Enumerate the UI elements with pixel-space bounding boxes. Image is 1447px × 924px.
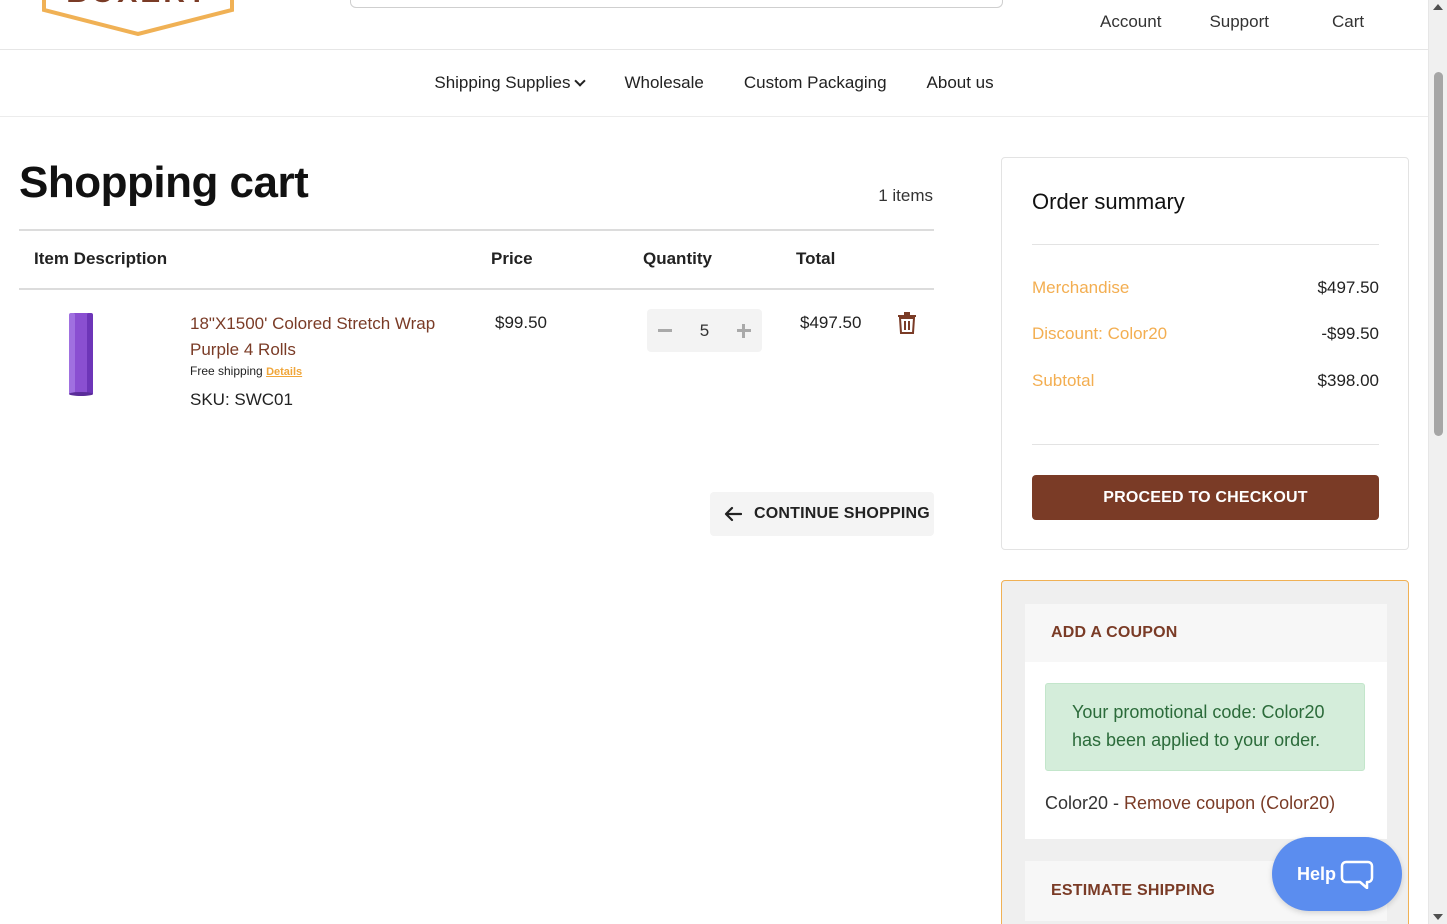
search-input[interactable] bbox=[350, 0, 1003, 8]
nav-item-label: Custom Packaging bbox=[743, 73, 887, 92]
increment-button[interactable] bbox=[736, 323, 752, 339]
summary-label: Subtotal bbox=[1032, 371, 1095, 390]
promo-success-message: Your promotional code: Color20 has been … bbox=[1045, 683, 1365, 771]
unit-price: $99.50 bbox=[495, 313, 547, 332]
product-sku: SKU: SWC01 bbox=[190, 390, 293, 409]
coupon-card: ADD A COUPON Your promotional code: Colo… bbox=[1025, 604, 1387, 839]
nav-item-about-us[interactable]: About us bbox=[927, 73, 994, 93]
page-title: Shopping cart bbox=[19, 158, 309, 207]
add-coupon-header[interactable]: ADD A COUPON bbox=[1025, 604, 1387, 662]
account-link[interactable]: Account bbox=[1100, 12, 1161, 32]
summary-label: Merchandise bbox=[1032, 278, 1130, 297]
items-count: 1 items bbox=[878, 186, 933, 205]
column-header-price: Price bbox=[491, 249, 533, 268]
nav-item-label: Shipping Supplies bbox=[434, 73, 571, 92]
product-name-link[interactable]: 18"X1500' Colored Stretch Wrap Purple 4 … bbox=[190, 311, 460, 363]
summary-value: -$99.50 bbox=[1321, 324, 1379, 343]
divider bbox=[1032, 244, 1379, 245]
summary-row-merchandise: Merchandise $497.50 bbox=[1032, 278, 1379, 298]
column-header-total: Total bbox=[796, 249, 836, 268]
nav-item-label: About us bbox=[926, 73, 994, 92]
summary-value: $497.50 bbox=[1317, 278, 1379, 297]
scroll-down-icon[interactable] bbox=[1433, 914, 1443, 920]
boxery-logo[interactable]: BOXERY bbox=[42, 0, 234, 36]
nav-item-shipping-supplies[interactable]: Shipping Supplies bbox=[434, 73, 587, 93]
remove-coupon-link[interactable]: Remove coupon (Color20) bbox=[1124, 793, 1335, 813]
arrow-left-icon bbox=[724, 506, 742, 522]
continue-shopping-button[interactable]: CONTINUE SHOPPING bbox=[710, 492, 934, 536]
nav-item-wholesale[interactable]: Wholesale bbox=[624, 73, 703, 93]
order-summary: Order summary Merchandise $497.50 Discou… bbox=[1001, 157, 1409, 550]
scroll-up-icon[interactable] bbox=[1433, 4, 1443, 10]
decrement-button[interactable] bbox=[657, 323, 673, 339]
shipping-details-link[interactable]: Details bbox=[266, 366, 302, 378]
trash-icon[interactable] bbox=[897, 312, 917, 334]
coupon-code: Color20 bbox=[1045, 793, 1109, 813]
divider bbox=[19, 229, 934, 231]
free-shipping-label: Free shipping bbox=[190, 364, 263, 378]
summary-label: Discount: Color20 bbox=[1032, 324, 1168, 343]
free-shipping-note: Free shipping Details bbox=[190, 364, 302, 378]
summary-row-discount: Discount: Color20 -$99.50 bbox=[1032, 324, 1379, 344]
help-label: Help bbox=[1297, 863, 1337, 884]
summary-value: $398.00 bbox=[1317, 371, 1379, 390]
logo-wordmark: BOXERY bbox=[66, 0, 210, 9]
support-link[interactable]: Support bbox=[1209, 12, 1269, 32]
help-button[interactable]: Help bbox=[1272, 837, 1402, 911]
nav-item-custom-packaging[interactable]: Custom Packaging bbox=[744, 73, 887, 93]
top-links: Account Support Cart bbox=[1100, 12, 1364, 32]
summary-row-subtotal: Subtotal $398.00 bbox=[1032, 371, 1379, 391]
cart-link[interactable]: Cart bbox=[1332, 12, 1364, 32]
product-image[interactable] bbox=[66, 311, 96, 397]
summary-title: Order summary bbox=[1032, 189, 1185, 214]
nav-item-label: Wholesale bbox=[624, 73, 704, 92]
line-total: $497.50 bbox=[800, 313, 862, 332]
applied-coupon: Color20 - Remove coupon (Color20) bbox=[1045, 793, 1335, 814]
chat-bubble-icon bbox=[1340, 860, 1374, 889]
coupon-separator: - bbox=[1108, 793, 1125, 813]
main-nav: Shipping Supplies Wholesale Custom Packa… bbox=[0, 50, 1428, 117]
proceed-to-checkout-button[interactable]: PROCEED TO CHECKOUT bbox=[1032, 475, 1379, 520]
top-header: BOXERY Account Support Cart bbox=[0, 0, 1428, 50]
scroll-thumb[interactable] bbox=[1434, 72, 1443, 436]
divider bbox=[1032, 444, 1379, 445]
continue-shopping-label: CONTINUE SHOPPING bbox=[754, 505, 930, 522]
divider bbox=[19, 288, 934, 290]
page-scrollbar[interactable] bbox=[1428, 0, 1447, 924]
column-header-description: Item Description bbox=[34, 249, 168, 268]
quantity-value[interactable]: 5 bbox=[700, 321, 709, 341]
column-header-quantity: Quantity bbox=[643, 249, 712, 268]
chevron-down-icon bbox=[574, 75, 587, 87]
quantity-stepper: 5 bbox=[647, 309, 762, 352]
